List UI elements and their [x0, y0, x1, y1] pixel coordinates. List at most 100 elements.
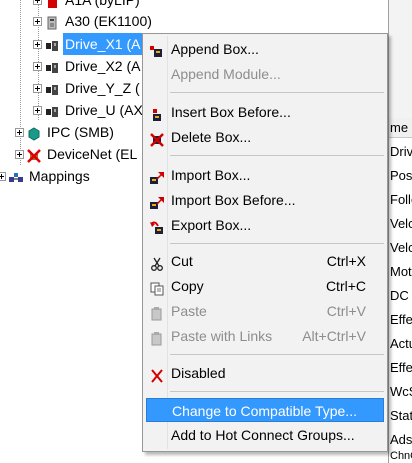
disabled-x-icon — [149, 366, 165, 383]
devicenet-error-icon — [27, 147, 41, 163]
list-item[interactable]: Velo — [389, 212, 412, 236]
list-item[interactable]: Effe — [389, 308, 412, 332]
tree-item-label: IPC (SMB) — [47, 124, 114, 140]
menu-item-cut[interactable]: Cut Ctrl+X — [146, 249, 384, 273]
list-item[interactable]: Velo — [389, 236, 412, 260]
menu-separator — [170, 243, 384, 244]
paste-links-icon — [149, 329, 165, 346]
tree-item-drive-u[interactable]: Drive_U (AX — [33, 99, 145, 121]
menu-separator — [170, 354, 384, 355]
menu-item-add-to-hot-connect-groups[interactable]: Add to Hot Connect Groups... — [146, 423, 384, 447]
column-header-name[interactable]: me — [389, 118, 412, 138]
menu-item-label: Change to Compatible Type... — [172, 403, 357, 419]
menu-item-export-box[interactable]: Export Box... — [146, 213, 384, 237]
drive-icon — [45, 59, 59, 73]
menu-item-label: Copy — [171, 278, 204, 294]
tree-item-devicenet[interactable]: DeviceNet (EL — [15, 143, 139, 165]
menu-item-change-to-compatible-type[interactable]: Change to Compatible Type... — [146, 398, 384, 422]
coupler-icon — [45, 14, 59, 30]
menu-separator — [170, 155, 384, 156]
menu-item-label: Add to Hot Connect Groups... — [171, 427, 355, 443]
expand-icon[interactable] — [33, 61, 42, 71]
expand-icon[interactable] — [33, 83, 42, 93]
menu-item-label: Import Box Before... — [171, 192, 296, 208]
expand-icon[interactable] — [33, 16, 42, 26]
list-item[interactable]: State — [389, 404, 412, 428]
export-box-icon — [149, 218, 165, 234]
menu-item-paste-with-links[interactable]: Paste with Links Alt+Ctrl+V — [146, 324, 384, 348]
list-item[interactable]: DC b — [389, 284, 412, 308]
tree-item-mappings[interactable]: Mappings — [0, 165, 92, 187]
menu-item-shortcut: Ctrl+X — [326, 253, 366, 269]
menu-item-label: Delete Box... — [171, 129, 252, 145]
expand-icon[interactable] — [15, 149, 24, 159]
list-item[interactable]: Follo — [389, 188, 412, 212]
expand-icon[interactable] — [33, 105, 42, 115]
list-item[interactable]: Actu — [389, 332, 412, 356]
expand-icon[interactable] — [33, 0, 42, 5]
tree-item-drive-x2[interactable]: Drive_X2 (A — [33, 55, 142, 77]
list-item[interactable]: ChnO — [389, 450, 412, 463]
list-item[interactable]: Drive — [389, 140, 412, 164]
menu-item-label: Cut — [171, 253, 193, 269]
tree-item-label: Mappings — [29, 168, 90, 184]
menu-item-label: Insert Box Before... — [171, 104, 291, 120]
menu-item-import-box[interactable]: Import Box... — [146, 163, 384, 187]
ipc-hexagon-icon — [27, 125, 41, 141]
append-box-icon — [149, 42, 165, 57]
tree-item-a30[interactable]: A30 (EK1100) — [33, 10, 154, 32]
tree-item-label: Drive_X1 (A — [63, 33, 143, 55]
menu-item-shortcut: Ctrl+V — [326, 303, 366, 319]
menu-item-shortcut: Ctrl+C — [325, 278, 366, 294]
tree-item-drive-y-z[interactable]: Drive_Y_Z ( — [33, 77, 142, 99]
tree-item-label: A30 (EK1100) — [65, 13, 152, 29]
list-item[interactable]: AdsA — [389, 428, 412, 452]
menu-item-label: Paste with Links — [171, 328, 273, 344]
menu-item-label: Export Box... — [171, 217, 252, 233]
menu-item-shortcut: Alt+Ctrl+V — [302, 328, 366, 344]
insert-box-icon — [149, 105, 165, 121]
menu-item-append-box[interactable]: Append Box... — [146, 37, 384, 61]
menu-item-disabled[interactable]: Disabled — [146, 361, 384, 385]
menu-item-insert-box-before[interactable]: Insert Box Before... — [146, 100, 384, 124]
menu-item-paste[interactable]: Paste Ctrl+V — [146, 299, 384, 323]
import-box-before-icon — [149, 193, 165, 209]
drive-icon — [45, 103, 59, 117]
panel-toolbar-area — [389, 0, 412, 119]
paste-icon — [149, 304, 165, 321]
tree-item-ipc[interactable]: IPC (SMB) — [15, 121, 116, 143]
list-item[interactable]: Posit — [389, 164, 412, 188]
list-item[interactable]: Moto — [389, 260, 412, 284]
menu-item-delete-box[interactable]: Delete Box... — [146, 125, 384, 149]
list-item[interactable]: Effe — [389, 356, 412, 380]
terminal-red-icon — [45, 0, 59, 8]
delete-box-icon — [149, 130, 165, 147]
tree-item-label: Drive_U (AX — [65, 102, 143, 118]
drive-icon — [45, 81, 59, 95]
variables-list-panel: me Drive Posit Follo Velo Velo Moto DC b… — [388, 0, 412, 463]
menu-icon-gutter — [167, 36, 168, 449]
menu-item-import-box-before[interactable]: Import Box Before... — [146, 188, 384, 212]
expand-icon[interactable] — [33, 39, 42, 49]
menu-separator — [170, 391, 384, 392]
menu-item-append-module[interactable]: Append Module... — [146, 62, 384, 86]
menu-item-copy[interactable]: Copy Ctrl+C — [146, 274, 384, 298]
tree-item-label: Drive_X2 (A — [65, 58, 141, 74]
menu-separator — [170, 92, 384, 93]
tree-item-label: Drive_Y_Z ( — [65, 80, 140, 96]
tree-item-label: DeviceNet (EL — [47, 146, 138, 162]
context-menu: Append Box... Append Module... Insert Bo… — [142, 33, 388, 452]
drive-icon — [45, 37, 59, 51]
import-box-icon — [149, 168, 165, 184]
menu-item-label: Append Box... — [171, 41, 259, 57]
copy-icon — [149, 279, 165, 296]
expand-icon[interactable] — [15, 127, 24, 137]
cut-icon — [149, 254, 165, 271]
list-item[interactable]: WcS — [389, 380, 412, 404]
mappings-icon — [9, 169, 23, 183]
expand-icon[interactable] — [0, 171, 6, 181]
menu-item-label: Disabled — [171, 365, 226, 381]
menu-item-label: Import Box... — [171, 167, 251, 183]
tree-item-drive-x1[interactable]: Drive_X1 (A — [33, 33, 143, 55]
menu-item-label: Paste — [171, 303, 207, 319]
